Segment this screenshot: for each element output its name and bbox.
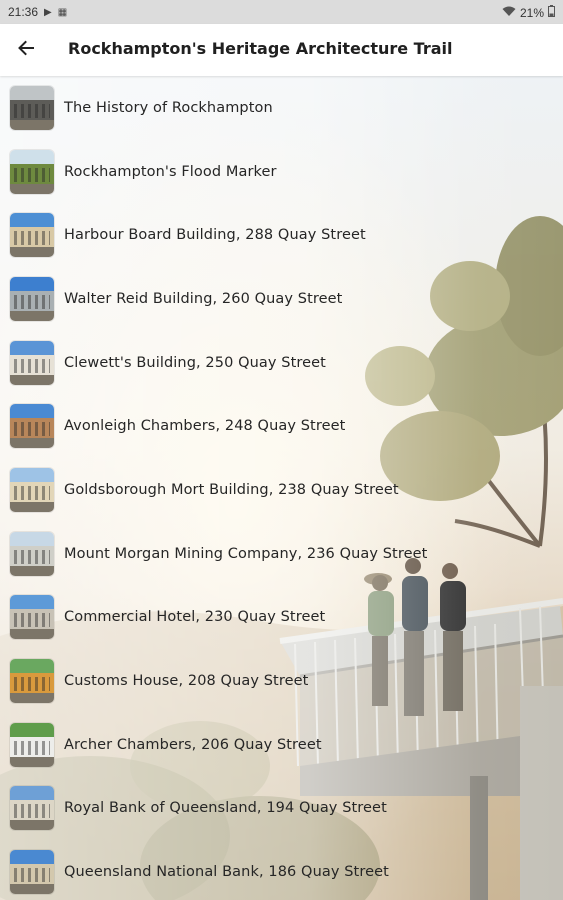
thumbnail-image: [10, 85, 54, 130]
page-title: Rockhampton's Heritage Architecture Trai…: [68, 39, 453, 58]
list-item[interactable]: Clewett's Building, 250 Quay Street: [0, 331, 563, 395]
status-bar: 21:36 ▶ ▦ 21%: [0, 0, 563, 24]
list-item[interactable]: Walter Reid Building, 260 Quay Street: [0, 267, 563, 331]
list-item-label: Mount Morgan Mining Company, 236 Quay St…: [64, 545, 428, 562]
list-item-label: Rockhampton's Flood Marker: [64, 163, 277, 180]
thumbnail-image: [10, 786, 54, 831]
list-item-label: Commercial Hotel, 230 Quay Street: [64, 609, 326, 626]
list-item-label: Archer Chambers, 206 Quay Street: [64, 736, 322, 753]
thumbnail-image: [10, 404, 54, 449]
battery-icon: [548, 5, 555, 20]
notification-icon: ▦: [57, 6, 68, 18]
thumbnail-image: [10, 595, 54, 640]
battery-level: 21%: [519, 5, 544, 20]
status-time: 21:36: [8, 5, 39, 19]
list-item[interactable]: Rockhampton's Flood Marker: [0, 140, 563, 204]
status-right: 21%: [502, 5, 555, 20]
list-item-label: Harbour Board Building, 288 Quay Street: [64, 227, 366, 244]
thumbnail-image: [10, 722, 54, 767]
list-item-label: Avonleigh Chambers, 248 Quay Street: [64, 418, 346, 435]
thumbnail-image: [10, 467, 54, 512]
list-item[interactable]: Archer Chambers, 206 Quay Street: [0, 713, 563, 777]
play-icon: ▶: [44, 6, 52, 18]
arrow-back-icon: [17, 39, 35, 61]
thumbnail-image: [10, 213, 54, 258]
list-item[interactable]: Mount Morgan Mining Company, 236 Quay St…: [0, 522, 563, 586]
thumbnail-image: [10, 659, 54, 704]
thumbnail-image: [10, 850, 54, 895]
list-item[interactable]: The History of Rockhampton: [0, 76, 563, 140]
thumbnail-image: [10, 340, 54, 385]
content-area: The History of Rockhampton Rockhampton's …: [0, 76, 563, 900]
list-item-label: Clewett's Building, 250 Quay Street: [64, 354, 326, 371]
thumbnail-image: [10, 149, 54, 194]
list-item[interactable]: Avonleigh Chambers, 248 Quay Street: [0, 394, 563, 458]
trail-list: The History of Rockhampton Rockhampton's …: [0, 76, 563, 900]
list-item-label: Goldsborough Mort Building, 238 Quay Str…: [64, 481, 399, 498]
list-item-label: Royal Bank of Queensland, 194 Quay Stree…: [64, 800, 387, 817]
list-item[interactable]: Royal Bank of Queensland, 194 Quay Stree…: [0, 777, 563, 841]
thumbnail-image: [10, 531, 54, 576]
list-item[interactable]: Harbour Board Building, 288 Quay Street: [0, 203, 563, 267]
list-item-label: The History of Rockhampton: [64, 99, 273, 116]
list-item[interactable]: Queensland National Bank, 186 Quay Stree…: [0, 840, 563, 900]
back-button[interactable]: [10, 34, 42, 66]
list-item[interactable]: Commercial Hotel, 230 Quay Street: [0, 586, 563, 650]
list-item-label: Queensland National Bank, 186 Quay Stree…: [64, 864, 389, 881]
app-bar: Rockhampton's Heritage Architecture Trai…: [0, 24, 563, 76]
list-item-label: Customs House, 208 Quay Street: [64, 673, 309, 690]
list-item[interactable]: Customs House, 208 Quay Street: [0, 649, 563, 713]
wifi-icon: [502, 6, 516, 20]
thumbnail-image: [10, 276, 54, 321]
list-item-label: Walter Reid Building, 260 Quay Street: [64, 290, 343, 307]
status-left: 21:36 ▶ ▦: [8, 5, 67, 19]
list-item[interactable]: Goldsborough Mort Building, 238 Quay Str…: [0, 458, 563, 522]
